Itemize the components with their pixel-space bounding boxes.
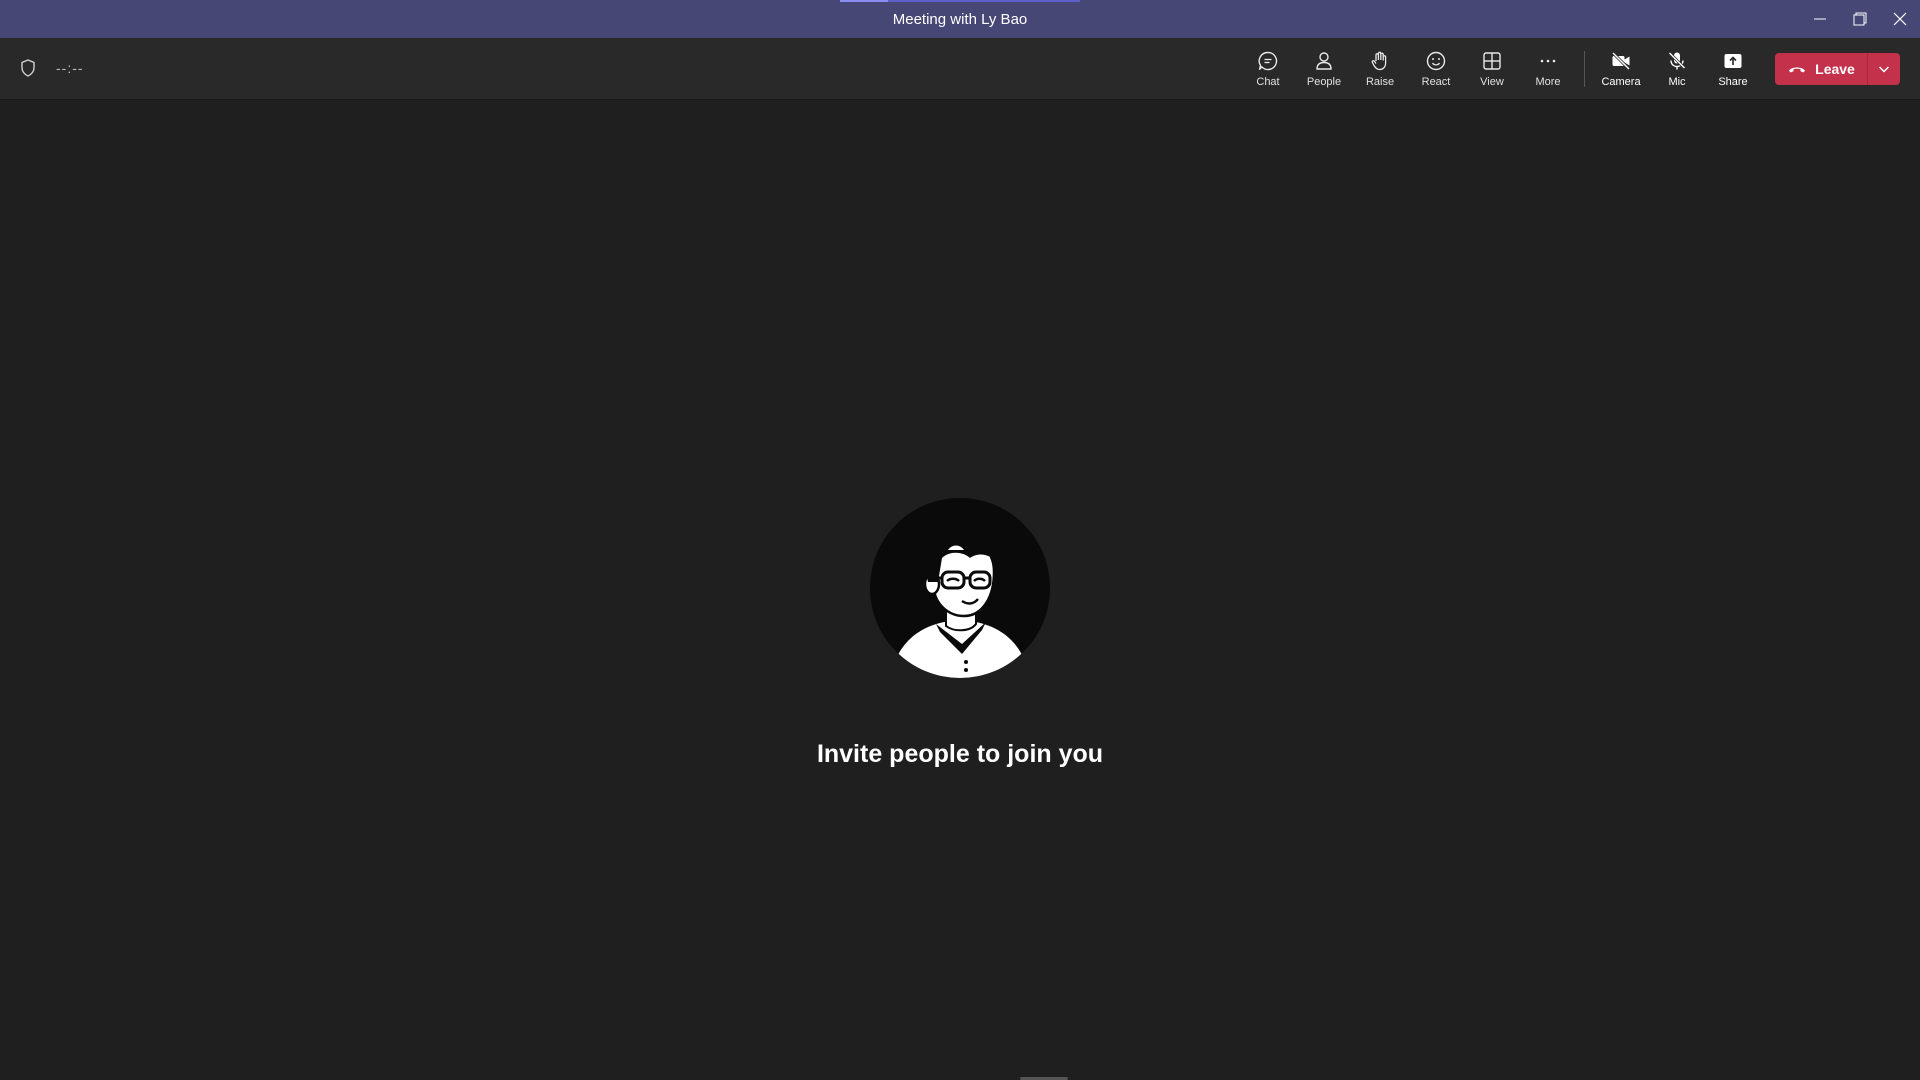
more-button[interactable]: More [1520,38,1576,99]
raise-hand-icon [1371,51,1387,70]
avatar [870,498,1050,678]
minimize-button[interactable] [1800,0,1840,38]
meeting-toolbar: --:-- Chat People Raise React View More [0,38,1920,100]
restore-button[interactable] [1840,0,1880,38]
close-icon [1893,12,1907,26]
chevron-down-icon [1878,65,1890,73]
leave-label: Leave [1815,60,1855,77]
view-label: View [1480,75,1504,88]
react-button[interactable]: React [1408,38,1464,99]
camera-label: Camera [1601,75,1641,88]
chat-button[interactable]: Chat [1240,38,1296,99]
view-icon [1483,51,1501,70]
share-button[interactable]: Share [1705,38,1761,99]
mic-label: Mic [1668,75,1686,88]
leave-options-button[interactable] [1867,52,1900,85]
window-controls [1800,0,1920,38]
toolbar-actions: Chat People Raise React View More Camera [1240,38,1920,99]
hang-up-icon [1789,67,1806,72]
avatar-illustration [870,498,1050,678]
camera-button[interactable]: Camera [1593,38,1649,99]
react-label: React [1421,75,1451,88]
toolbar-divider [1584,50,1585,87]
restore-icon [1853,12,1867,26]
minimize-icon [1814,18,1826,20]
title-accent-bar [840,0,1080,2]
more-icon [1540,59,1556,62]
invite-message: Invite people to join you [816,740,1104,768]
react-icon [1426,51,1446,70]
window-title: Meeting with Ly Bao [892,10,1028,28]
share-label: Share [1718,75,1748,88]
people-button[interactable]: People [1296,38,1352,99]
mic-off-icon [1668,51,1686,69]
mic-button[interactable]: Mic [1649,38,1705,99]
leave-button[interactable]: Leave [1775,52,1867,85]
shield-icon[interactable] [18,58,38,78]
chat-label: Chat [1256,75,1280,88]
people-label: People [1306,75,1342,88]
title-bar: Meeting with Ly Bao [0,0,1920,38]
meeting-timer: --:-- [56,60,84,76]
people-icon [1316,51,1332,70]
more-label: More [1535,75,1561,88]
camera-off-icon [1611,51,1631,70]
chat-icon [1258,51,1278,70]
raise-label: Raise [1365,75,1395,88]
close-button[interactable] [1880,0,1920,38]
leave-group: Leave [1775,52,1900,85]
view-button[interactable]: View [1464,38,1520,99]
raise-button[interactable]: Raise [1352,38,1408,99]
share-icon [1724,53,1742,68]
